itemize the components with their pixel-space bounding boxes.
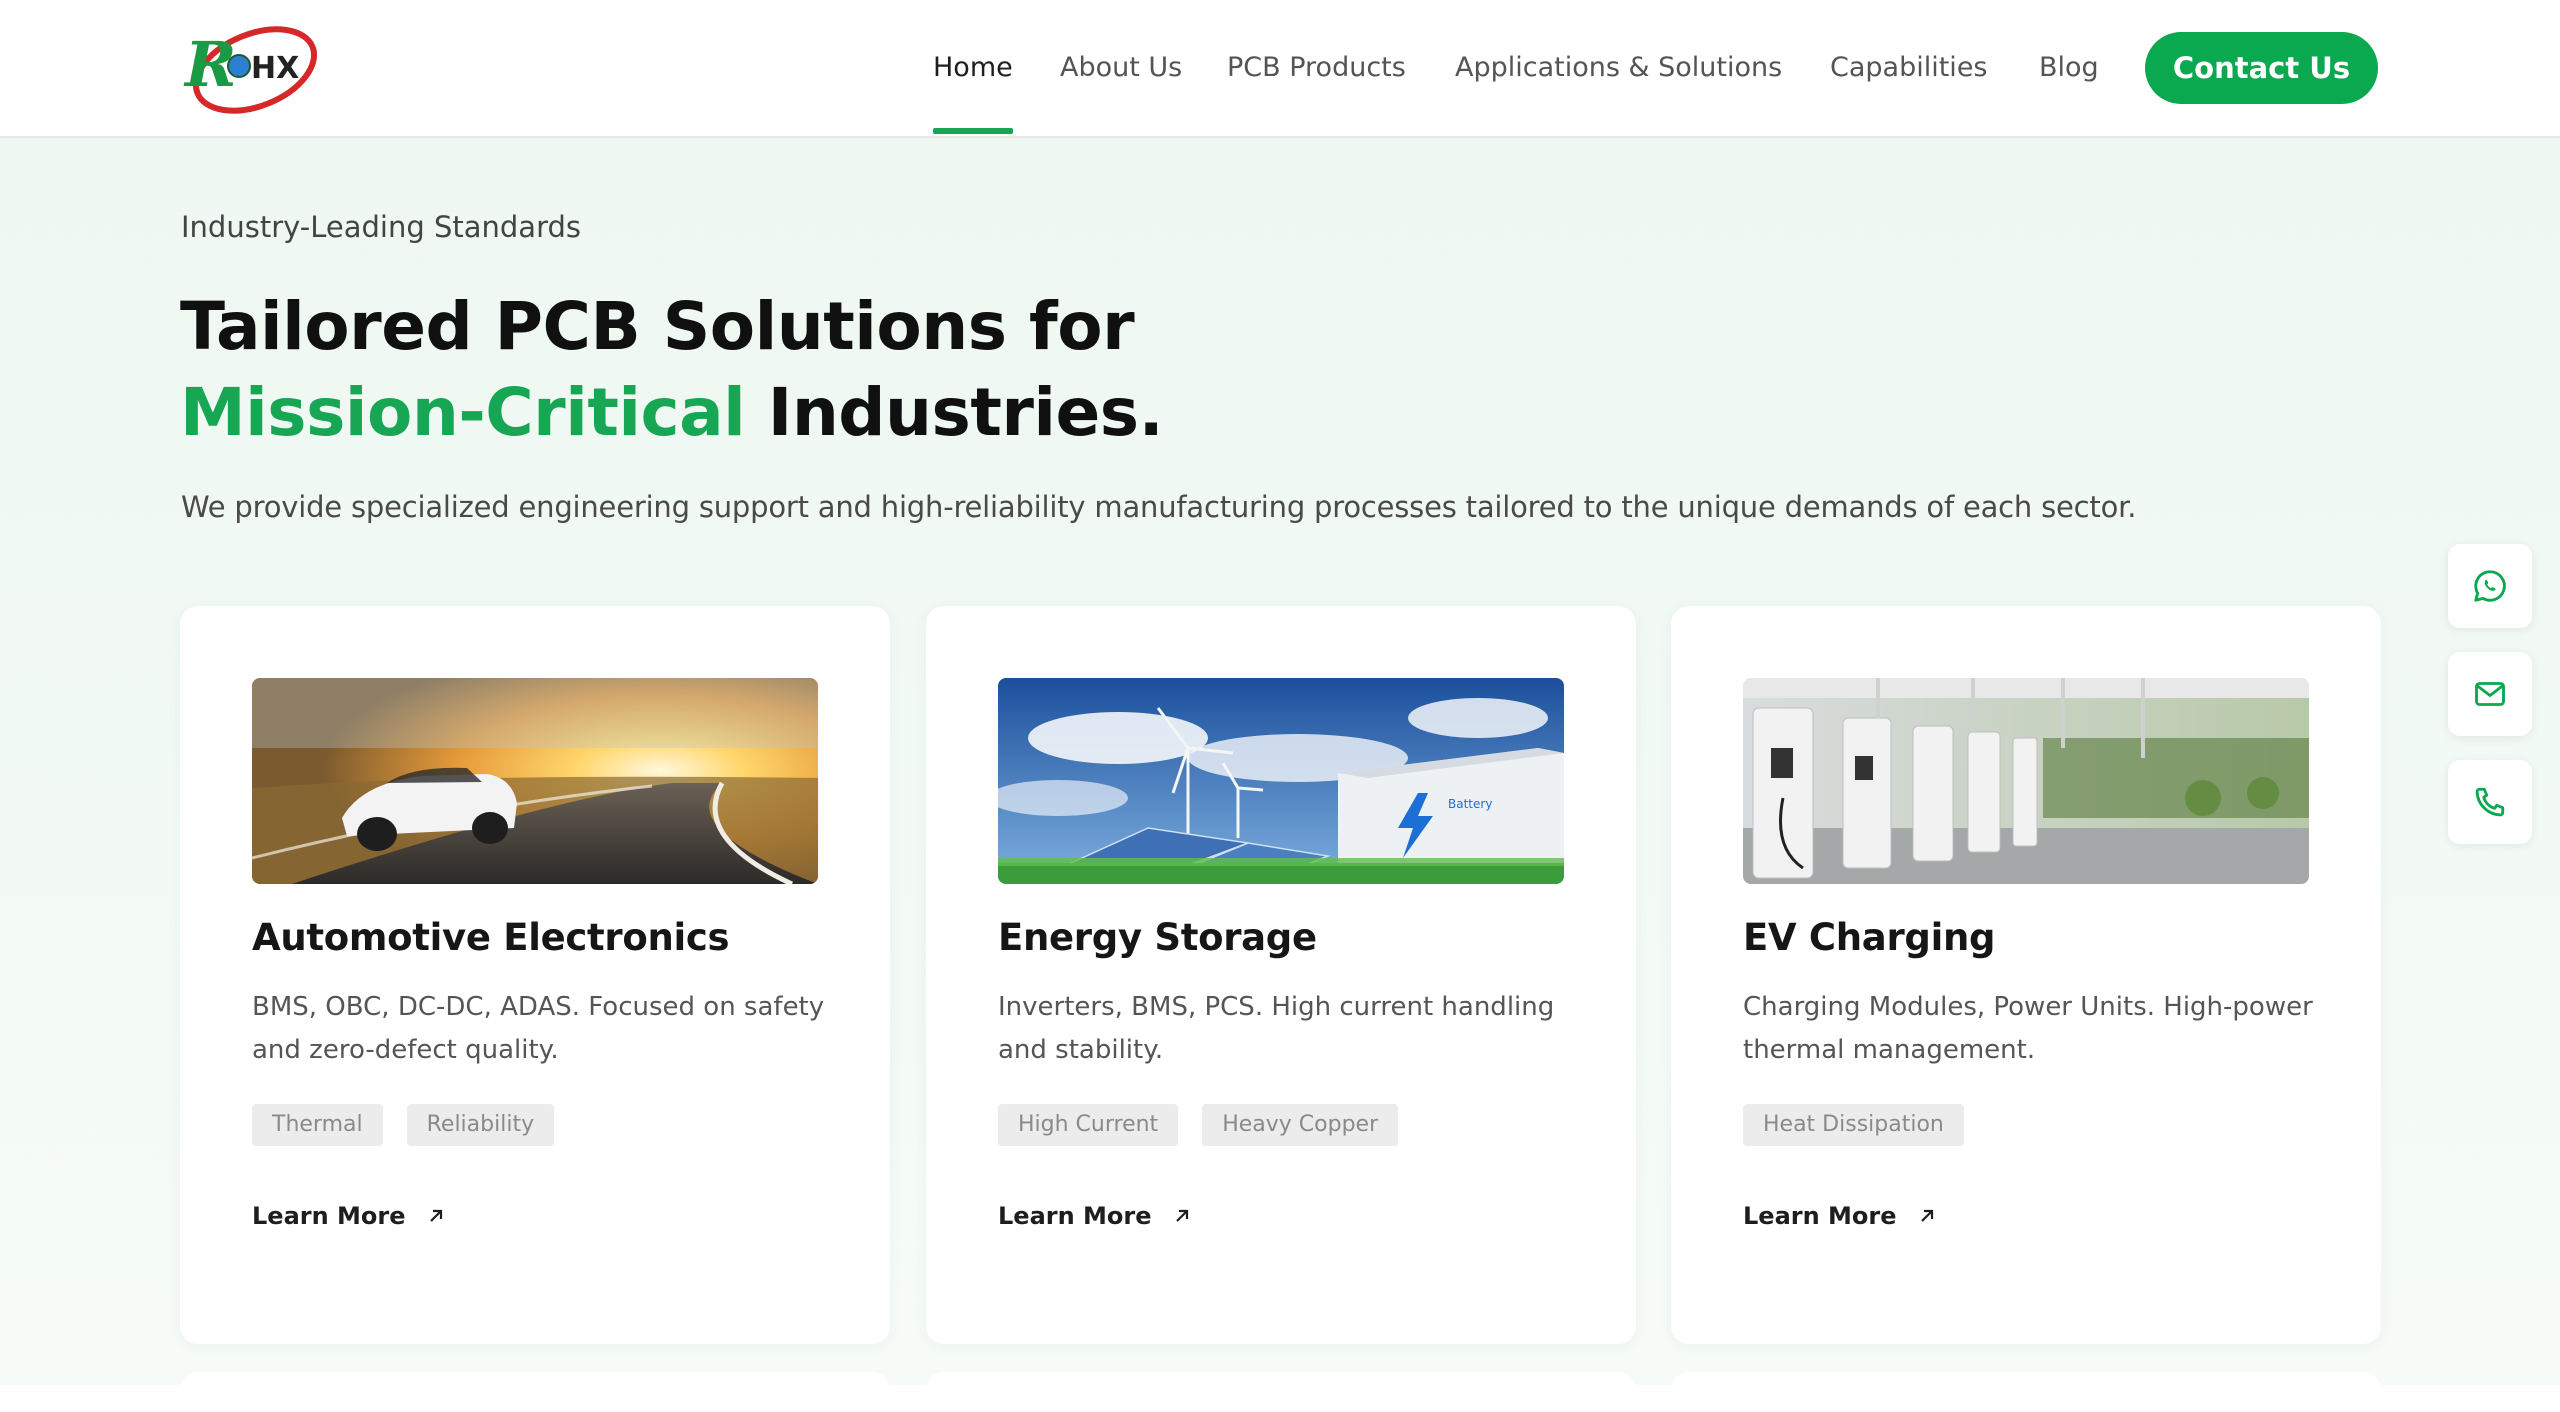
nav-blog[interactable]: Blog: [2039, 50, 2099, 86]
site-header: R HX Home About Us PCB Products Applicat…: [0, 0, 2560, 138]
next-card-partial: [1671, 1372, 2381, 1412]
battery-label: Battery: [1448, 797, 1492, 811]
card-description: Inverters, BMS, PCS. High current handli…: [998, 992, 1555, 1065]
card-title: Automotive Electronics: [252, 916, 730, 959]
card-description: Charging Modules, Power Units. High-powe…: [1743, 992, 2313, 1065]
company-logo[interactable]: R HX: [183, 14, 323, 120]
nav-capabilities[interactable]: Capabilities: [1830, 50, 1988, 86]
arrow-up-right-icon: [429, 1209, 442, 1222]
next-card-partial: [180, 1372, 890, 1412]
mail-icon: [2475, 682, 2505, 706]
card-title: EV Charging: [1743, 916, 1996, 959]
nav-active-indicator: [933, 128, 1013, 134]
card-image-automotive: [252, 678, 818, 884]
card-tags: Thermal Reliability: [252, 1104, 555, 1146]
learn-more-link[interactable]: Learn More: [998, 1202, 1190, 1230]
whatsapp-button[interactable]: [2448, 544, 2532, 628]
learn-more-label: Learn More: [998, 1202, 1152, 1230]
phone-button[interactable]: [2448, 760, 2532, 844]
industry-card-ev-charging[interactable]: EV Charging Charging Modules, Power Unit…: [1671, 606, 2381, 1344]
nav-about-us[interactable]: About Us: [1060, 50, 1182, 86]
learn-more-link[interactable]: Learn More: [252, 1202, 444, 1230]
hero-intro: We provide specialized engineering suppo…: [181, 490, 2137, 524]
tag-high-current: High Current: [998, 1104, 1179, 1146]
tag-heavy-copper: Heavy Copper: [1202, 1104, 1399, 1146]
card-image-ev-charging: [1743, 678, 2309, 884]
nav-applications-solutions[interactable]: Applications & Solutions: [1455, 50, 1782, 86]
headline-rest: Industries.: [745, 374, 1164, 451]
hero-eyebrow: Industry-Leading Standards: [181, 210, 582, 244]
hero-headline: Tailored PCB Solutions for Mission-Criti…: [180, 284, 1164, 456]
tag-heat-dissipation: Heat Dissipation: [1743, 1104, 1964, 1146]
card-tags: Heat Dissipation: [1743, 1104, 1964, 1146]
industry-card-automotive[interactable]: Automotive Electronics BMS, OBC, DC-DC, …: [180, 606, 890, 1344]
card-tags: High Current Heavy Copper: [998, 1104, 1399, 1146]
contact-us-button[interactable]: Contact Us: [2145, 32, 2378, 104]
industry-card-energy-storage[interactable]: Battery Energy Storage Inverters, BMS, P…: [926, 606, 1636, 1344]
nav-pcb-products[interactable]: PCB Products: [1227, 50, 1406, 86]
arrow-up-right-icon: [1175, 1209, 1188, 1222]
card-title: Energy Storage: [998, 916, 1317, 959]
learn-more-label: Learn More: [252, 1202, 406, 1230]
card-image-energy-storage: Battery: [998, 678, 1564, 884]
headline-highlight: Mission-Critical: [180, 374, 746, 451]
svg-text:HX: HX: [251, 51, 299, 86]
tag-thermal: Thermal: [252, 1104, 383, 1146]
headline-line-2: Mission-Critical Industries.: [180, 370, 1164, 456]
card-description: BMS, OBC, DC-DC, ADAS. Focused on safety…: [252, 992, 825, 1065]
tag-reliability: Reliability: [406, 1104, 555, 1146]
whatsapp-icon: [2474, 570, 2506, 602]
next-card-partial: [926, 1372, 1636, 1412]
phone-icon: [2475, 787, 2505, 817]
learn-more-label: Learn More: [1743, 1202, 1897, 1230]
headline-line-1: Tailored PCB Solutions for: [180, 288, 1135, 365]
email-button[interactable]: [2448, 652, 2532, 736]
arrow-up-right-icon: [1920, 1209, 1933, 1222]
nav-home[interactable]: Home: [933, 50, 1013, 86]
learn-more-link[interactable]: Learn More: [1743, 1202, 1935, 1230]
